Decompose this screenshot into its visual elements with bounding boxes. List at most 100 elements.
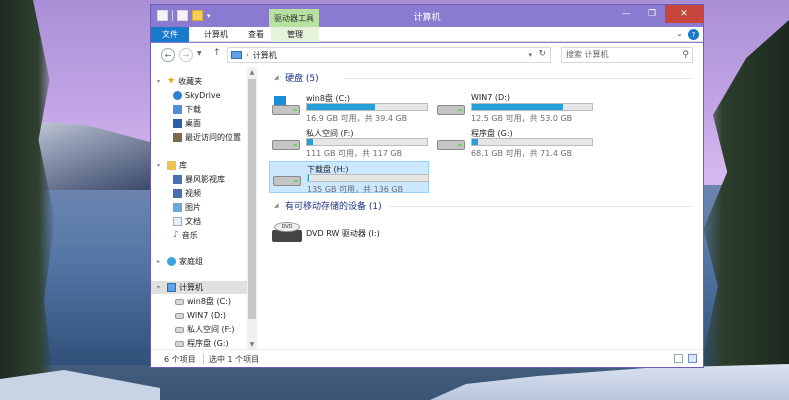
group-header-removable[interactable]: ◢ 有可移动存储的设备 (1): [274, 199, 382, 212]
drive-free-space: 16.9 GB 可用，共 39.4 GB: [306, 114, 408, 123]
navigation-bar: ← → ▼ ↑ › 计算机 ▾ ↻ 搜索 计算机 ⚲: [151, 43, 703, 67]
nav-label: win8盘 (C:): [187, 297, 231, 306]
nav-drive-g[interactable]: 程序盘 (G:): [175, 337, 229, 349]
expand-icon[interactable]: ▾: [157, 284, 164, 291]
drive-usage-bar: [471, 138, 593, 146]
drive-free-space: 135 GB 可用，共 136 GB: [307, 185, 404, 194]
drive-tile-c[interactable]: win8盘 (C:) 16.9 GB 可用，共 39.4 GB: [269, 91, 429, 123]
nav-scrollbar[interactable]: ▲ ▼: [247, 67, 257, 349]
nav-label: 文档: [185, 217, 201, 226]
nav-videos[interactable]: 视频: [173, 187, 201, 200]
drive-usage-fill: [307, 139, 313, 145]
explorer-body: ▾ ★ 收藏夹 SkyDrive 下载 桌面 最近访问的位置 ▾ 库 暴风影视库…: [151, 67, 703, 349]
nav-recent[interactable]: 最近访问的位置: [173, 131, 241, 144]
drive-usage-fill: [472, 104, 564, 110]
cloud-icon: [173, 91, 182, 100]
nav-label: 收藏夹: [178, 77, 203, 86]
music-icon: ♪: [173, 230, 179, 240]
content-pane: ◢ 硬盘 (5) win8盘 (C:) 16.9 GB 可用，共 39.4 GB…: [269, 67, 703, 349]
tab-view[interactable]: 查看: [241, 27, 271, 42]
drive-name: WIN7 (D:): [471, 93, 510, 102]
address-bar[interactable]: › 计算机 ▾ ↻: [227, 47, 551, 63]
nav-storm-library[interactable]: 暴风影视库: [173, 173, 225, 186]
nav-music[interactable]: ♪ 音乐: [173, 229, 198, 242]
search-icon[interactable]: ⚲: [682, 48, 689, 62]
nav-skydrive[interactable]: SkyDrive: [173, 89, 221, 102]
nav-downloads[interactable]: 下载: [173, 103, 201, 116]
nav-label: 家庭组: [179, 257, 203, 266]
minimize-button[interactable]: —: [613, 5, 639, 23]
tab-computer[interactable]: 计算机: [196, 27, 236, 42]
nav-drive-c[interactable]: win8盘 (C:): [175, 295, 231, 308]
recent-locations-icon[interactable]: ▼: [197, 50, 202, 57]
nav-label: WIN7 (D:): [187, 311, 226, 320]
library-icon: [167, 161, 176, 170]
collapse-icon[interactable]: ◢: [274, 202, 281, 209]
refresh-icon[interactable]: ↻: [538, 49, 546, 59]
collapse-icon[interactable]: ◢: [274, 74, 281, 81]
tiles-view-icon[interactable]: [688, 354, 697, 363]
drive-usage-bar: [306, 103, 428, 111]
nav-libraries[interactable]: ▾ 库: [157, 159, 187, 172]
drive-free-space: 68.1 GB 可用，共 71.4 GB: [471, 149, 573, 158]
nav-documents[interactable]: 文档: [173, 215, 201, 228]
forward-button[interactable]: →: [179, 48, 193, 62]
nav-desktop[interactable]: 桌面: [173, 117, 201, 130]
star-icon: ★: [167, 76, 176, 86]
homegroup-icon: [167, 257, 176, 266]
expand-icon[interactable]: ▸: [157, 258, 164, 265]
breadcrumb-chevron-icon[interactable]: ›: [246, 51, 249, 59]
window-controls: — ❐ ✕: [613, 5, 703, 23]
scrollbar-thumb[interactable]: [248, 79, 256, 319]
recent-places-icon: [173, 133, 182, 142]
desktop-icon: [173, 119, 182, 128]
dvd-icon-label: DVD: [274, 222, 300, 232]
expand-icon[interactable]: ▾: [157, 78, 164, 85]
nav-computer[interactable]: ▾ 计算机: [151, 281, 257, 294]
group-divider: [344, 78, 691, 79]
breadcrumb-computer[interactable]: 计算机: [253, 50, 277, 61]
drive-tile-d[interactable]: WIN7 (D:) 12.5 GB 可用，共 53.0 GB: [434, 91, 594, 123]
drive-name: DVD RW 驱动器 (I:): [306, 229, 380, 238]
nav-drive-f[interactable]: 私人空间 (F:): [175, 323, 234, 336]
nav-label: 库: [179, 161, 187, 170]
tab-manage[interactable]: 管理: [271, 27, 319, 42]
nav-homegroup[interactable]: ▸ 家庭组: [157, 255, 203, 268]
scroll-down-icon[interactable]: ▼: [247, 339, 257, 349]
nav-pictures[interactable]: 图片: [173, 201, 201, 214]
drive-tile-g[interactable]: 程序盘 (G:) 68.1 GB 可用，共 71.4 GB: [434, 126, 594, 158]
group-title: 硬盘 (5): [285, 74, 319, 84]
drive-free-space: 12.5 GB 可用，共 53.0 GB: [471, 114, 573, 123]
search-input[interactable]: 搜索 计算机 ⚲: [561, 47, 693, 63]
address-dropdown-icon[interactable]: ▾: [528, 51, 532, 59]
selected-count: 选中 1 个项目: [209, 355, 260, 364]
title-bar[interactable]: ▾ 驱动器工具 计算机 — ❐ ✕: [151, 5, 703, 27]
nav-label: 下载: [185, 105, 201, 114]
nav-favorites[interactable]: ▾ ★ 收藏夹: [157, 75, 202, 88]
tab-file[interactable]: 文件: [151, 27, 189, 42]
dvd-drive-icon: DVD: [272, 222, 302, 244]
document-icon: [173, 217, 182, 226]
drive-usage-bar: [471, 103, 593, 111]
drive-usage-bar: [307, 174, 429, 182]
nav-label: 图片: [185, 203, 201, 212]
nav-drive-d[interactable]: WIN7 (D:): [175, 309, 226, 322]
help-button[interactable]: ?: [688, 29, 699, 40]
back-button[interactable]: ←: [161, 48, 175, 62]
up-button[interactable]: ↑: [213, 48, 221, 58]
expand-icon[interactable]: ▾: [157, 162, 164, 169]
dvd-drive-tile[interactable]: DVD DVD RW 驱动器 (I:): [269, 218, 449, 248]
expand-ribbon-icon[interactable]: ⌄: [676, 29, 683, 38]
video-library-icon: [173, 175, 182, 184]
nav-label: 暴风影视库: [185, 175, 225, 184]
details-view-icon[interactable]: [674, 354, 683, 363]
group-header-hard-disks[interactable]: ◢ 硬盘 (5): [274, 71, 319, 84]
scroll-up-icon[interactable]: ▲: [247, 67, 257, 77]
drive-tile-h[interactable]: 下载盘 (H:) 135 GB 可用，共 136 GB: [269, 161, 429, 194]
close-button[interactable]: ✕: [665, 5, 703, 23]
drive-tile-f[interactable]: 私人空间 (F:) 111 GB 可用，共 117 GB: [269, 126, 429, 158]
drive-icon: [175, 326, 184, 333]
drive-usage-fill: [472, 139, 478, 145]
search-placeholder: 搜索 计算机: [566, 50, 609, 59]
maximize-button[interactable]: ❐: [639, 5, 665, 23]
